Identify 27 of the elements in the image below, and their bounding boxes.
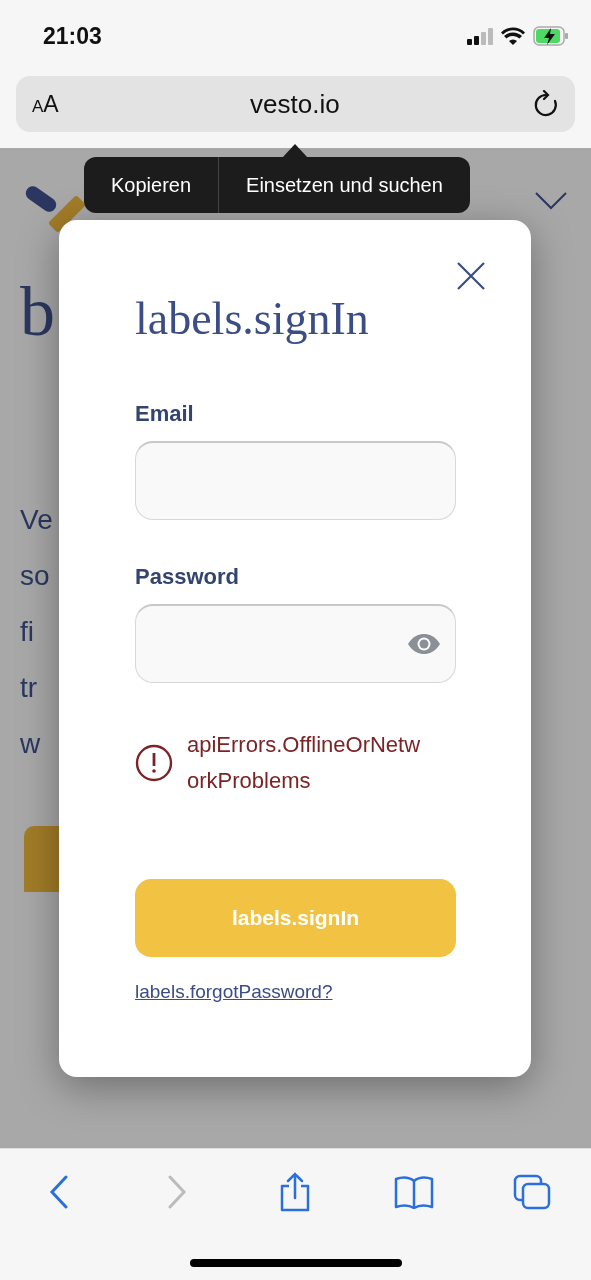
paragraph-text: fi <box>20 616 34 647</box>
chevron-down-icon[interactable] <box>535 192 567 210</box>
paragraph-text: Ve <box>20 504 53 535</box>
close-button[interactable] <box>455 260 487 292</box>
field-label: Password <box>135 564 240 590</box>
email-field[interactable] <box>135 441 456 520</box>
signal-icon <box>467 27 493 45</box>
address-bar[interactable]: AA vesto.io <box>16 76 575 132</box>
password-field[interactable] <box>135 604 456 683</box>
field-label: Email <box>135 401 195 427</box>
paragraph-text: so <box>20 560 50 591</box>
eye-icon[interactable] <box>407 633 441 655</box>
menu-item[interactable]: Kopieren <box>84 157 219 213</box>
paragraph-text: tr <box>20 672 38 703</box>
url-text: vesto.io <box>250 88 340 120</box>
paragraph-text: w <box>20 728 41 759</box>
forgot-password-link[interactable]: labels.forgotPassword? <box>135 981 333 1003</box>
clock: 21:03 <box>43 22 102 50</box>
dialog-title: labels.signIn <box>135 292 370 345</box>
error-icon <box>135 744 173 782</box>
chevron-left-icon[interactable] <box>49 1175 70 1209</box>
wifi-icon <box>501 27 525 45</box>
menu-item[interactable]: Einsetzen und suchen <box>218 157 470 213</box>
battery-charging-icon <box>533 26 569 46</box>
error-message: apiErrors.OfflineOrNetworkProblems <box>187 731 422 795</box>
text-size-button[interactable]: AA <box>32 90 59 118</box>
heading-text: b <box>20 273 55 350</box>
